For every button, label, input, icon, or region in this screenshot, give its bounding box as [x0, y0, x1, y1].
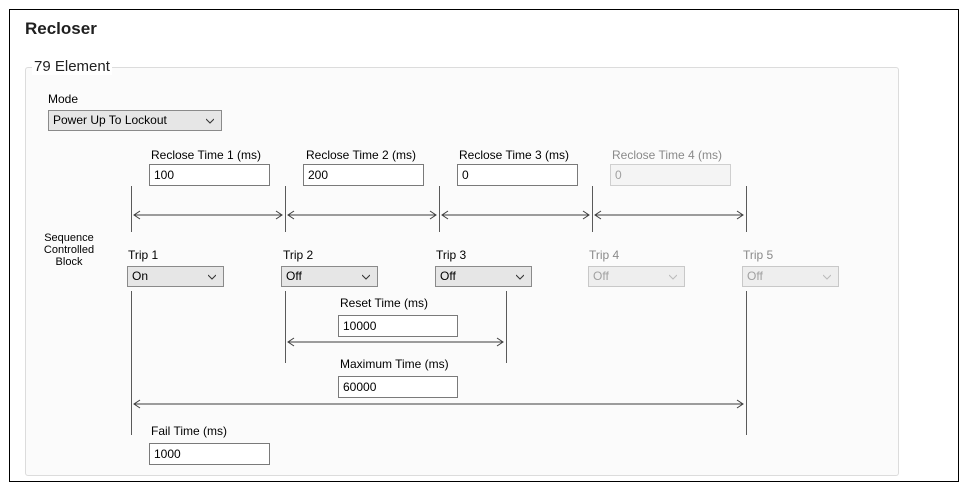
- double-arrow-icon: [133, 399, 744, 409]
- trip-1-value: On: [132, 269, 149, 283]
- chevron-down-icon: [516, 274, 524, 280]
- double-arrow-icon: [441, 210, 590, 220]
- trip-1-select[interactable]: On: [127, 266, 224, 287]
- double-arrow-icon: [287, 337, 504, 347]
- trip-2-value: Off: [286, 269, 302, 283]
- trip-5-label: Trip 5: [743, 248, 774, 262]
- trip-3-select[interactable]: Off: [435, 266, 532, 287]
- chevron-down-icon: [208, 274, 216, 280]
- trip-3-value: Off: [440, 269, 456, 283]
- timeline-arrows: [133, 210, 744, 409]
- chevron-down-icon: [823, 274, 831, 280]
- reset-time-label: Reset Time (ms): [340, 296, 429, 310]
- trip-1-label: Trip 1: [128, 248, 159, 262]
- double-arrow-icon: [594, 210, 744, 220]
- trip-5-select: Off: [742, 266, 839, 287]
- maximum-time-input[interactable]: 60000: [338, 376, 458, 398]
- trip-3-label: Trip 3: [436, 248, 467, 262]
- double-arrow-icon: [133, 210, 283, 220]
- trip-4-label: Trip 4: [589, 248, 620, 262]
- double-arrow-icon: [287, 210, 437, 220]
- chevron-down-icon: [362, 274, 370, 280]
- maximum-time-label: Maximum Time (ms): [340, 357, 449, 371]
- trip-4-value: Off: [593, 269, 609, 283]
- reset-time-input[interactable]: 10000: [338, 315, 458, 337]
- trip-4-select: Off: [588, 266, 685, 287]
- trip-2-select[interactable]: Off: [281, 266, 378, 287]
- fail-time-input[interactable]: 1000: [149, 443, 270, 465]
- fail-time-label: Fail Time (ms): [151, 424, 227, 438]
- trip-2-label: Trip 2: [283, 248, 314, 262]
- trip-5-value: Off: [747, 269, 763, 283]
- chevron-down-icon: [669, 274, 677, 280]
